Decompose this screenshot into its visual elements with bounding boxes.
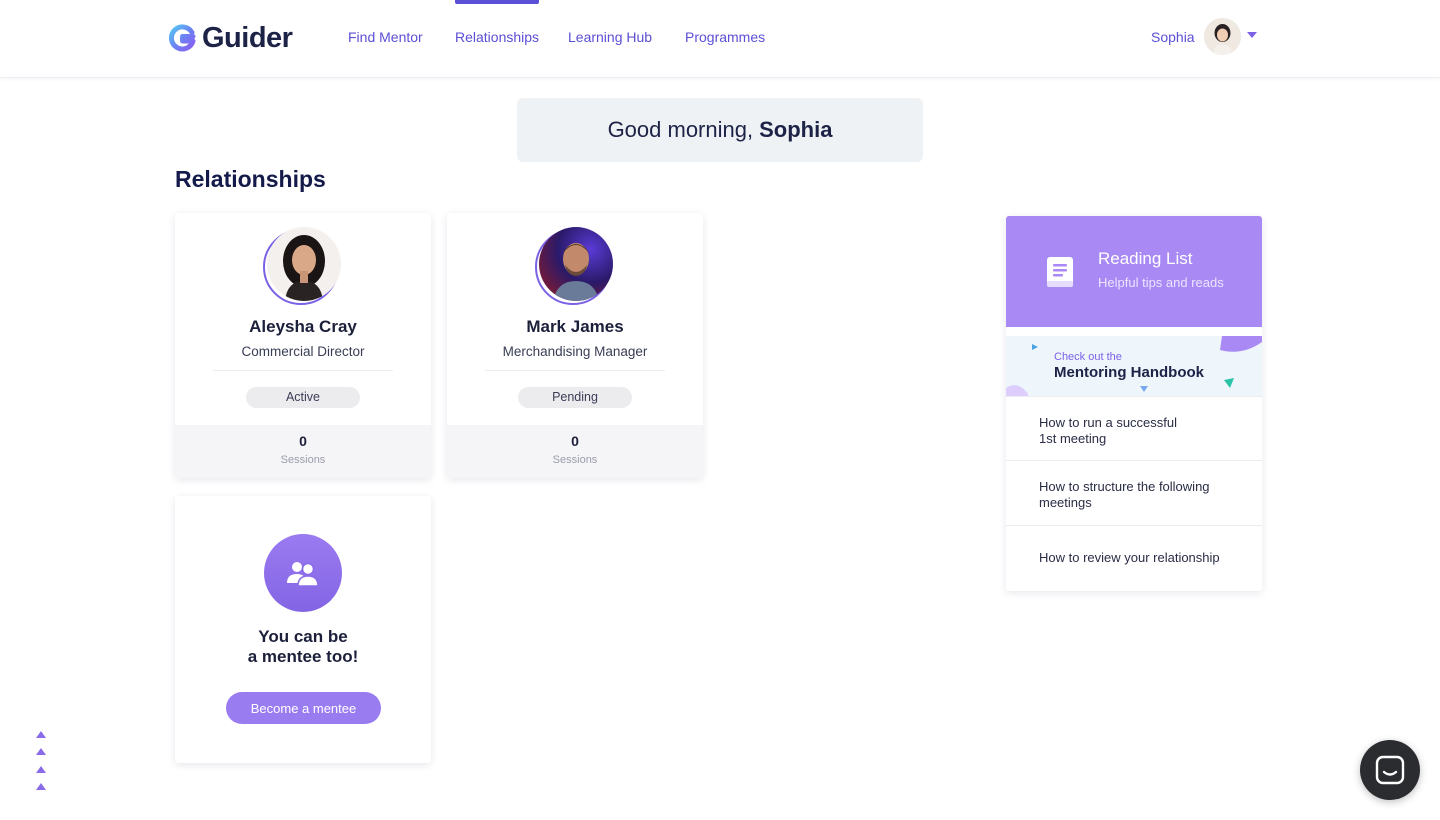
- mentor-role: Commercial Director: [241, 344, 365, 359]
- mentoring-handbook-link[interactable]: Check out the Mentoring Handbook: [1006, 336, 1262, 396]
- sessions-footer: 0 Sessions: [175, 425, 431, 478]
- nav-find-mentor[interactable]: Find Mentor: [348, 29, 423, 45]
- user-avatar[interactable]: [1204, 18, 1241, 55]
- handbook-title: Mentoring Handbook: [1054, 364, 1204, 381]
- sessions-label: Sessions: [280, 454, 326, 466]
- scroll-up-arrows-icon[interactable]: [35, 731, 47, 793]
- reading-item-first-meeting[interactable]: How to run a successful 1st meeting: [1006, 396, 1262, 460]
- nav-relationships[interactable]: Relationships: [455, 0, 540, 45]
- avatar: [263, 227, 341, 305]
- nav-programmes[interactable]: Programmes: [685, 29, 765, 45]
- handbook-kicker: Check out the: [1054, 351, 1122, 363]
- reading-list-subtitle: Helpful tips and reads: [1098, 275, 1224, 290]
- top-navigation: Guider Find Mentor Relationships Learnin…: [0, 0, 1440, 78]
- mentee-message-line2: a mentee too!: [247, 647, 359, 666]
- reading-item-line1: How to structure the following: [1039, 479, 1210, 494]
- people-icon: [287, 562, 319, 586]
- user-avatar-image: [1204, 18, 1241, 55]
- sessions-count: 0: [299, 433, 307, 449]
- brand-name: Guider: [202, 21, 293, 54]
- reading-item-line2: meetings: [1039, 495, 1092, 510]
- reading-list-panel: Reading List Helpful tips and reads Chec…: [1006, 216, 1262, 591]
- reading-list-header: Reading List Helpful tips and reads: [1006, 216, 1262, 327]
- mentor-name: Mark James: [526, 317, 624, 336]
- divider: [485, 370, 665, 371]
- sessions-count: 0: [571, 433, 579, 449]
- guider-logo[interactable]: Guider: [168, 21, 293, 55]
- status-badge: Active: [246, 387, 360, 408]
- divider: [213, 370, 393, 371]
- avatar-image: [539, 227, 613, 301]
- relationship-card-aleysha[interactable]: Aleysha Cray Commercial Director Active …: [175, 213, 431, 478]
- sessions-footer: 0 Sessions: [447, 425, 703, 478]
- reading-item-label: How to structure the following meetings: [1039, 479, 1239, 511]
- reading-item-line2: 1st meeting: [1039, 431, 1107, 446]
- reading-item-following-meetings[interactable]: How to structure the following meetings: [1006, 460, 1262, 525]
- status-badge: Pending: [518, 387, 632, 408]
- become-mentee-card: You can be a mentee too! Become a mentee: [175, 496, 431, 763]
- book-icon: [1047, 257, 1073, 287]
- chat-icon: [1375, 755, 1405, 785]
- page-title: Relationships: [175, 166, 326, 192]
- chevron-down-icon[interactable]: [1247, 32, 1257, 38]
- user-name[interactable]: Sophia: [1151, 29, 1195, 45]
- mentee-message-line1: You can be: [258, 627, 348, 646]
- reading-item-line1: How to run a successful: [1039, 415, 1178, 430]
- relationship-card-mark[interactable]: Mark James Merchandising Manager Pending…: [447, 213, 703, 478]
- greeting-banner: Good morning, Sophia: [517, 98, 923, 162]
- avatar: [535, 227, 613, 305]
- chat-launcher-button[interactable]: [1360, 740, 1420, 800]
- reading-item-label: How to review your relationship: [1039, 550, 1220, 565]
- mentee-message: You can be a mentee too!: [175, 627, 431, 667]
- become-mentee-button[interactable]: Become a mentee: [226, 692, 381, 724]
- reading-item-review-relationship[interactable]: How to review your relationship: [1006, 525, 1262, 591]
- greeting-name: Sophia: [759, 117, 833, 142]
- reading-list-title: Reading List: [1098, 249, 1193, 268]
- reading-item-label: How to run a successful 1st meeting: [1039, 415, 1239, 447]
- people-icon-wrapper: [264, 534, 342, 612]
- greeting-prefix: Good morning,: [607, 117, 754, 142]
- guider-logo-icon: [169, 24, 196, 52]
- mentor-name: Aleysha Cray: [249, 317, 357, 336]
- sessions-label: Sessions: [552, 454, 598, 466]
- nav-learning-hub[interactable]: Learning Hub: [568, 29, 652, 45]
- mentor-role: Merchandising Manager: [502, 344, 648, 359]
- avatar-image: [267, 227, 341, 301]
